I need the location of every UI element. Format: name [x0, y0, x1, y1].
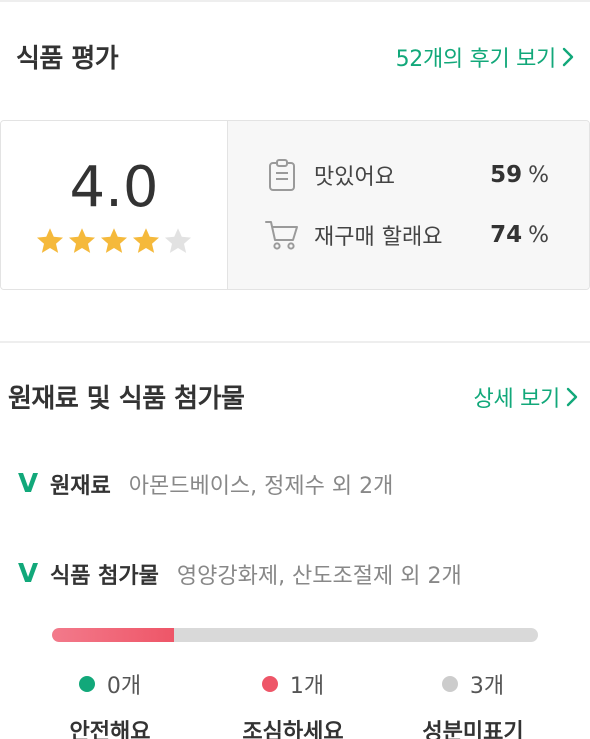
ingredients-section-title: 원재료 및 식품 첨가물	[8, 384, 245, 414]
rating-score: 4.0	[69, 155, 159, 220]
raw-material-value: 아몬드베이스, 정제수 외 2개	[128, 474, 394, 499]
status-dot	[441, 676, 458, 692]
raw-material-label: 원재료	[50, 474, 111, 499]
rating-section-title: 식품 평가	[16, 44, 119, 74]
rating-card: 4.0 맛있어요 59 % 재구매 할래요 74 %	[0, 120, 590, 290]
top-divider	[0, 0, 590, 2]
legend-label: 성분미표기	[422, 720, 524, 739]
star-filled-icon	[69, 228, 95, 253]
legend-count: 1개	[289, 674, 325, 699]
legend-item-safe: 0개 안전해요	[15, 668, 205, 739]
legend-label: 안전해요	[69, 720, 151, 739]
check-icon: V	[18, 559, 39, 589]
star-filled-icon	[37, 228, 63, 253]
stat-label: 맛있어요	[314, 165, 395, 190]
legend-label: 조심하세요	[242, 720, 344, 739]
star-filled-icon	[101, 228, 127, 253]
cart-icon	[264, 217, 300, 253]
detail-link[interactable]: 상세 보기	[474, 381, 578, 413]
stats-box: 맛있어요 59 % 재구매 할래요 74 %	[227, 121, 589, 289]
score-box: 4.0	[1, 121, 227, 289]
clipboard-icon	[264, 157, 300, 193]
safety-bar	[52, 628, 538, 642]
star-filled-icon	[133, 228, 159, 253]
chevron-right-icon	[562, 47, 574, 66]
reviews-link[interactable]: 52개의 후기 보기	[396, 41, 574, 73]
star-rating	[35, 226, 193, 256]
stat-unit: %	[528, 162, 549, 188]
stat-unit: %	[528, 222, 549, 248]
legend-count: 0개	[106, 674, 142, 699]
detail-link-label: 상세 보기	[473, 386, 561, 412]
reviews-link-label: 52개의 후기 보기	[395, 46, 557, 72]
star-empty-icon	[165, 228, 191, 253]
safety-bar-fill	[52, 628, 174, 642]
stat-value: 59	[490, 162, 523, 188]
section-divider	[0, 341, 590, 343]
additive-row: V 식품 첨가물 영양강화제, 산도조절제 외 2개	[18, 558, 462, 590]
status-dot	[261, 676, 278, 692]
chevron-right-icon	[566, 387, 578, 406]
stat-row-repurchase: 재구매 할래요 74 %	[264, 217, 549, 253]
legend-item-unlabeled: 3개 성분미표기	[378, 668, 568, 739]
legend-count: 3개	[469, 674, 505, 699]
additive-value: 영양강화제, 산도조절제 외 2개	[176, 564, 462, 589]
stat-row-tasty: 맛있어요 59 %	[264, 157, 549, 193]
raw-material-row: V 원재료 아몬드베이스, 정제수 외 2개	[18, 468, 393, 500]
status-dot	[78, 676, 95, 692]
check-icon: V	[18, 469, 39, 499]
legend-item-caution: 1개 조심하세요	[198, 668, 388, 739]
stat-value: 74	[490, 222, 523, 248]
rating-section-header: 식품 평가 52개의 후기 보기	[0, 38, 590, 75]
stat-label: 재구매 할래요	[314, 225, 443, 250]
additive-label: 식품 첨가물	[50, 564, 159, 589]
ingredients-section-header: 원재료 및 식품 첨가물 상세 보기	[0, 378, 590, 415]
